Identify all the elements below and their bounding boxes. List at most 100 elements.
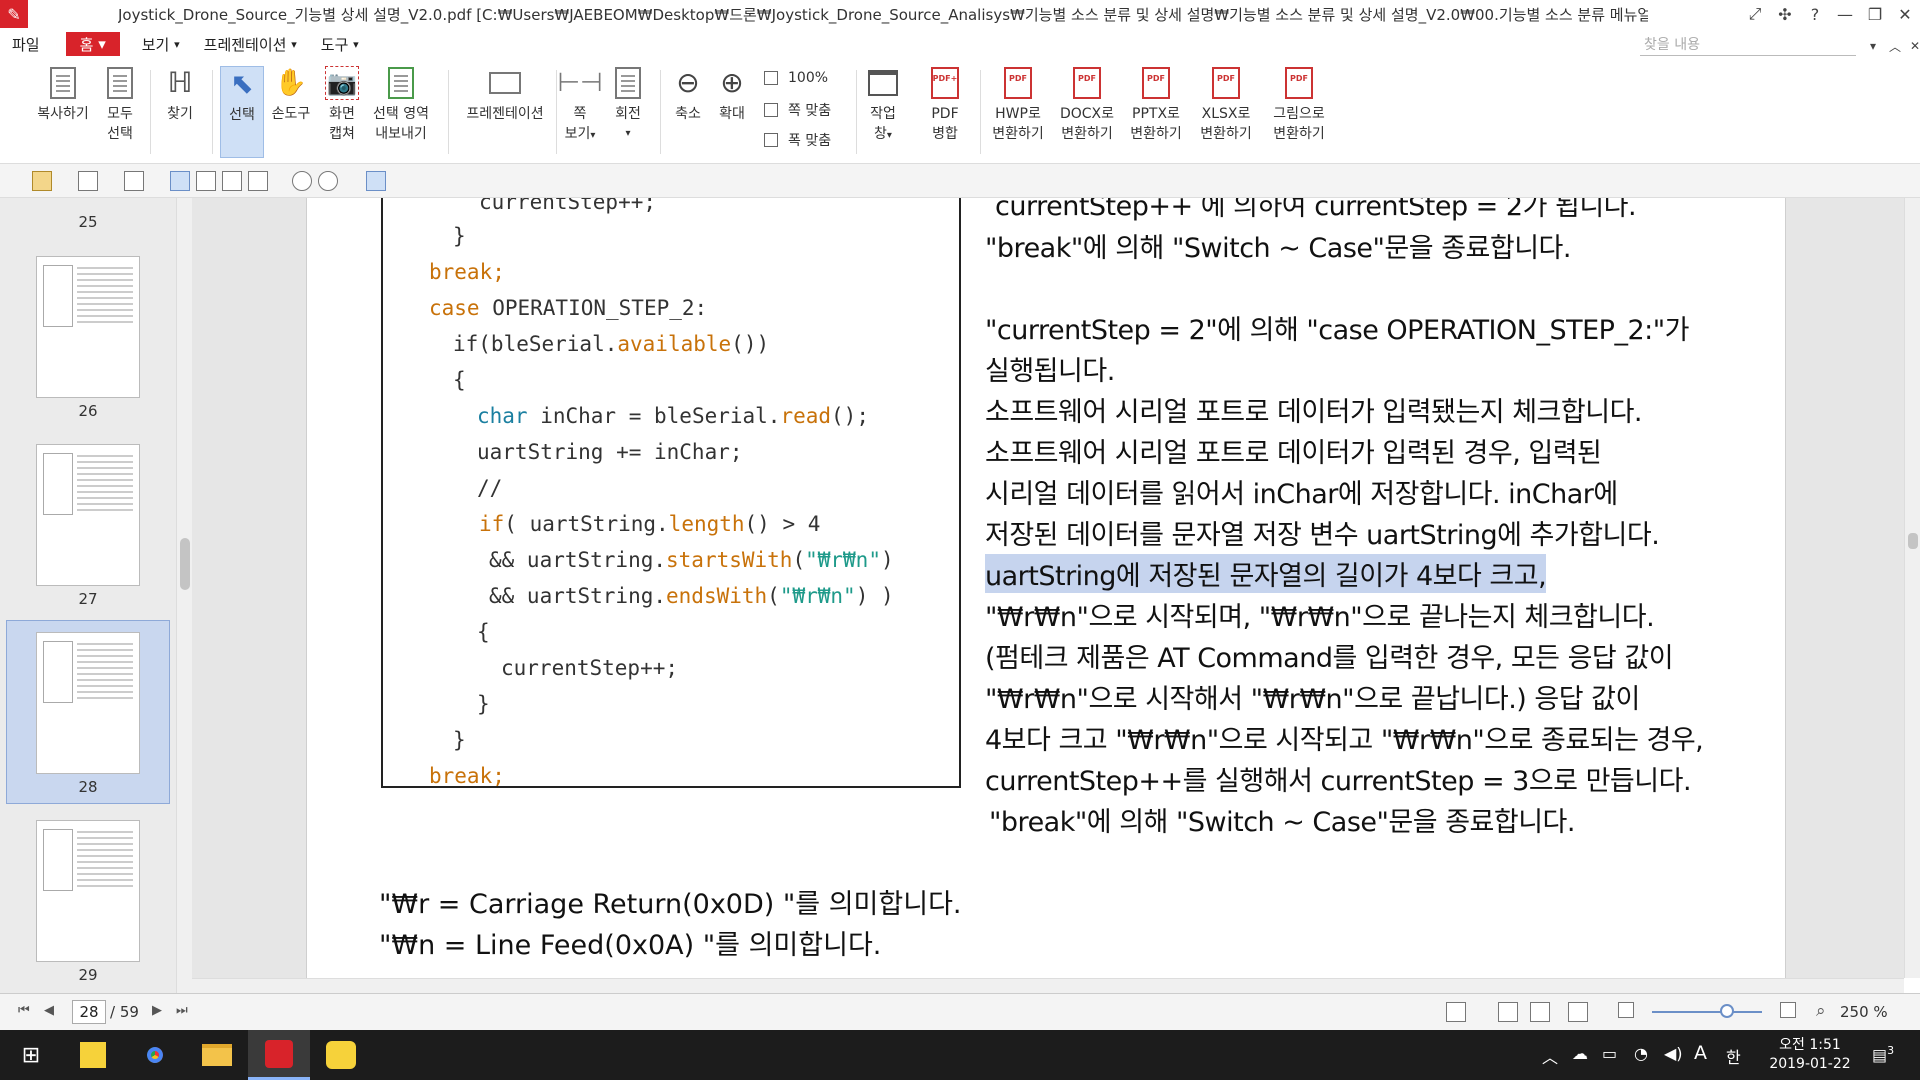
select-all-button[interactable]: 모두 선택	[98, 66, 142, 158]
pin-icon[interactable]: ✣	[1770, 2, 1800, 26]
convert-hwp-button[interactable]: PDF HWP로 변환하기	[986, 66, 1050, 158]
convert-docx-button[interactable]: PDF DOCX로 변환하기	[1054, 66, 1120, 158]
thumbnail-scrollbar[interactable]	[176, 198, 192, 993]
chevron-down-icon: ▾	[291, 37, 297, 51]
zoom-fit-icon[interactable]	[1618, 1002, 1634, 1018]
save-icon[interactable]	[78, 171, 98, 191]
explanation-line-selected[interactable]: uartString에 저장된 문자열의 길이가 4보다 크고,	[985, 554, 1547, 593]
first-page-icon[interactable]: ⏮	[18, 1003, 30, 1018]
document-scroll-thumb[interactable]	[1908, 533, 1918, 549]
battery-icon[interactable]: ▭	[1602, 1044, 1617, 1063]
next-page-icon[interactable]: ▶	[152, 1003, 162, 1018]
zoom-in-small-icon[interactable]	[318, 171, 338, 191]
document-horizontal-scrollbar[interactable]	[192, 978, 1904, 993]
cloud-icon[interactable]: ☁	[1572, 1044, 1588, 1063]
thumbnail-toggle-icon[interactable]	[366, 171, 386, 191]
chevron-up-icon[interactable]: ︿	[1542, 1044, 1558, 1068]
hand-tool-button[interactable]: ✋ 손도구	[268, 66, 314, 158]
page-number-input[interactable]: 28	[72, 1000, 106, 1024]
code-line: if(bleSerial.available())	[453, 332, 770, 356]
close-icon[interactable]: ✕	[1900, 34, 1920, 58]
select-small-icon[interactable]	[170, 171, 190, 191]
convert-xlsx-button[interactable]: PDF XLSX로 변환하기	[1194, 66, 1258, 158]
camera-icon: 📷	[325, 66, 359, 100]
clock[interactable]: 오전 1:51 2019-01-22	[1760, 1036, 1860, 1074]
minimize-button[interactable]: —	[1830, 2, 1860, 26]
open-folder-icon[interactable]	[32, 171, 52, 191]
explanation-line: 소프트웨어 시리얼 포트로 데이터가 입력됐는지 체크합니다.	[985, 397, 1643, 428]
code-line: break;	[429, 764, 505, 788]
menu-home[interactable]: 홈 ▾	[65, 32, 120, 56]
taskbar-chrome[interactable]	[124, 1030, 186, 1080]
start-button[interactable]: ⊞	[0, 1030, 62, 1080]
convert-image-button[interactable]: PDF 그림으로 변환하기	[1264, 66, 1334, 158]
taskbar-sticky-notes[interactable]	[62, 1030, 124, 1080]
help-icon[interactable]: ?	[1800, 2, 1830, 26]
explanation-line: 시리얼 데이터를 읽어서 inChar에 저장합니다. inChar에	[985, 479, 1618, 510]
code-line: if( uartString.length() > 4	[479, 512, 821, 536]
page-total: / 59	[110, 1003, 139, 1021]
chevron-down-icon: ▾	[174, 37, 180, 51]
export-selection-button[interactable]: 선택 영역 내보내기	[368, 66, 434, 158]
continuous-page-icon[interactable]	[1530, 1002, 1550, 1022]
page-view-button[interactable]: ⊢⊣ 쪽 보기▾	[557, 66, 602, 158]
restore-button[interactable]: ❐	[1860, 2, 1890, 26]
presentation-button[interactable]: 프레젠테이션	[460, 66, 550, 158]
search-input[interactable]: 찾을 내용	[1640, 32, 1856, 56]
thumbnail-page-26[interactable]	[36, 256, 140, 398]
last-page-icon[interactable]: ⏭	[176, 1003, 188, 1018]
chevron-down-icon: ▾	[886, 130, 892, 141]
presentation-small-icon[interactable]	[1446, 1002, 1466, 1022]
print-icon[interactable]	[124, 171, 144, 191]
document-viewport[interactable]: currentStep++; } break; case OPERATION_S…	[192, 198, 1904, 978]
thumbnail-page-27[interactable]	[36, 444, 140, 586]
zoom-slider[interactable]	[1652, 1011, 1762, 1013]
zoom-out-button[interactable]: ⊖ 축소	[668, 66, 708, 158]
zoom-level[interactable]: 250 %	[1840, 1003, 1888, 1021]
copy-button[interactable]: 복사하기	[30, 66, 96, 158]
menu-tools[interactable]: 도구 ▾	[309, 28, 371, 60]
pdf-merge-button[interactable]: PDF+ PDF 병합	[920, 66, 970, 158]
rotate-icon	[611, 66, 645, 100]
app-logo-icon[interactable]: ✎	[0, 0, 28, 28]
zoom-in-button[interactable]: ⊕ 확대	[712, 66, 752, 158]
find-button[interactable]: ℍ 찾기	[158, 66, 202, 158]
fit-window-icon[interactable]	[1780, 1002, 1796, 1018]
two-page-icon[interactable]	[1568, 1002, 1588, 1022]
thumbnail-page-28[interactable]	[36, 632, 140, 774]
capture-small-icon[interactable]	[222, 171, 242, 191]
zoom-out-small-icon[interactable]	[292, 171, 312, 191]
screen-capture-button[interactable]: 📷 화면 캡쳐	[320, 66, 364, 158]
thumbnail-scroll-thumb[interactable]	[180, 538, 190, 590]
volume-icon[interactable]: ◀)	[1664, 1044, 1683, 1063]
menu-view[interactable]: 보기 ▾	[130, 28, 192, 60]
thumbnail-page-29[interactable]	[36, 820, 140, 962]
ime-mode[interactable]: A	[1694, 1042, 1707, 1064]
menu-file[interactable]: 파일	[0, 28, 52, 60]
convert-pptx-button[interactable]: PDF PPTX로 변환하기	[1124, 66, 1188, 158]
hand-small-icon[interactable]	[196, 171, 216, 191]
code-line: }	[453, 224, 466, 248]
window-button[interactable]: 작업 창▾	[862, 66, 904, 158]
taskbar-file-explorer[interactable]	[186, 1030, 248, 1080]
taskbar-kakaotalk[interactable]	[310, 1030, 372, 1080]
zoom-slider-handle[interactable]	[1720, 1004, 1734, 1018]
menu-presentation[interactable]: 프레젠테이션 ▾	[192, 28, 309, 60]
presentation-icon	[488, 66, 522, 100]
document-vertical-scrollbar[interactable]	[1904, 198, 1920, 978]
fit-width-button[interactable]: 폭 맞춤	[764, 130, 831, 150]
export-small-icon[interactable]	[248, 171, 268, 191]
rotate-button[interactable]: 회전 ▾	[606, 66, 650, 158]
taskbar-hoonpdf[interactable]	[248, 1030, 310, 1080]
close-button[interactable]: ✕	[1890, 2, 1920, 26]
notification-icon[interactable]: ▤3	[1872, 1044, 1894, 1064]
code-line: && uartString.startsWith("₩r₩n")	[489, 548, 894, 572]
zoom-100-button[interactable]: 100%	[764, 70, 828, 86]
language-indicator[interactable]: 한	[1726, 1044, 1741, 1068]
single-page-icon[interactable]	[1498, 1002, 1518, 1022]
fit-page-button[interactable]: 쪽 맞춤	[764, 100, 831, 120]
select-tool-button[interactable]: ⬉ 선택	[220, 66, 264, 158]
fullscreen-icon[interactable]: ⤢	[1740, 2, 1770, 26]
wifi-icon[interactable]: ◔	[1634, 1044, 1648, 1063]
prev-page-icon[interactable]: ◀	[44, 1003, 54, 1018]
